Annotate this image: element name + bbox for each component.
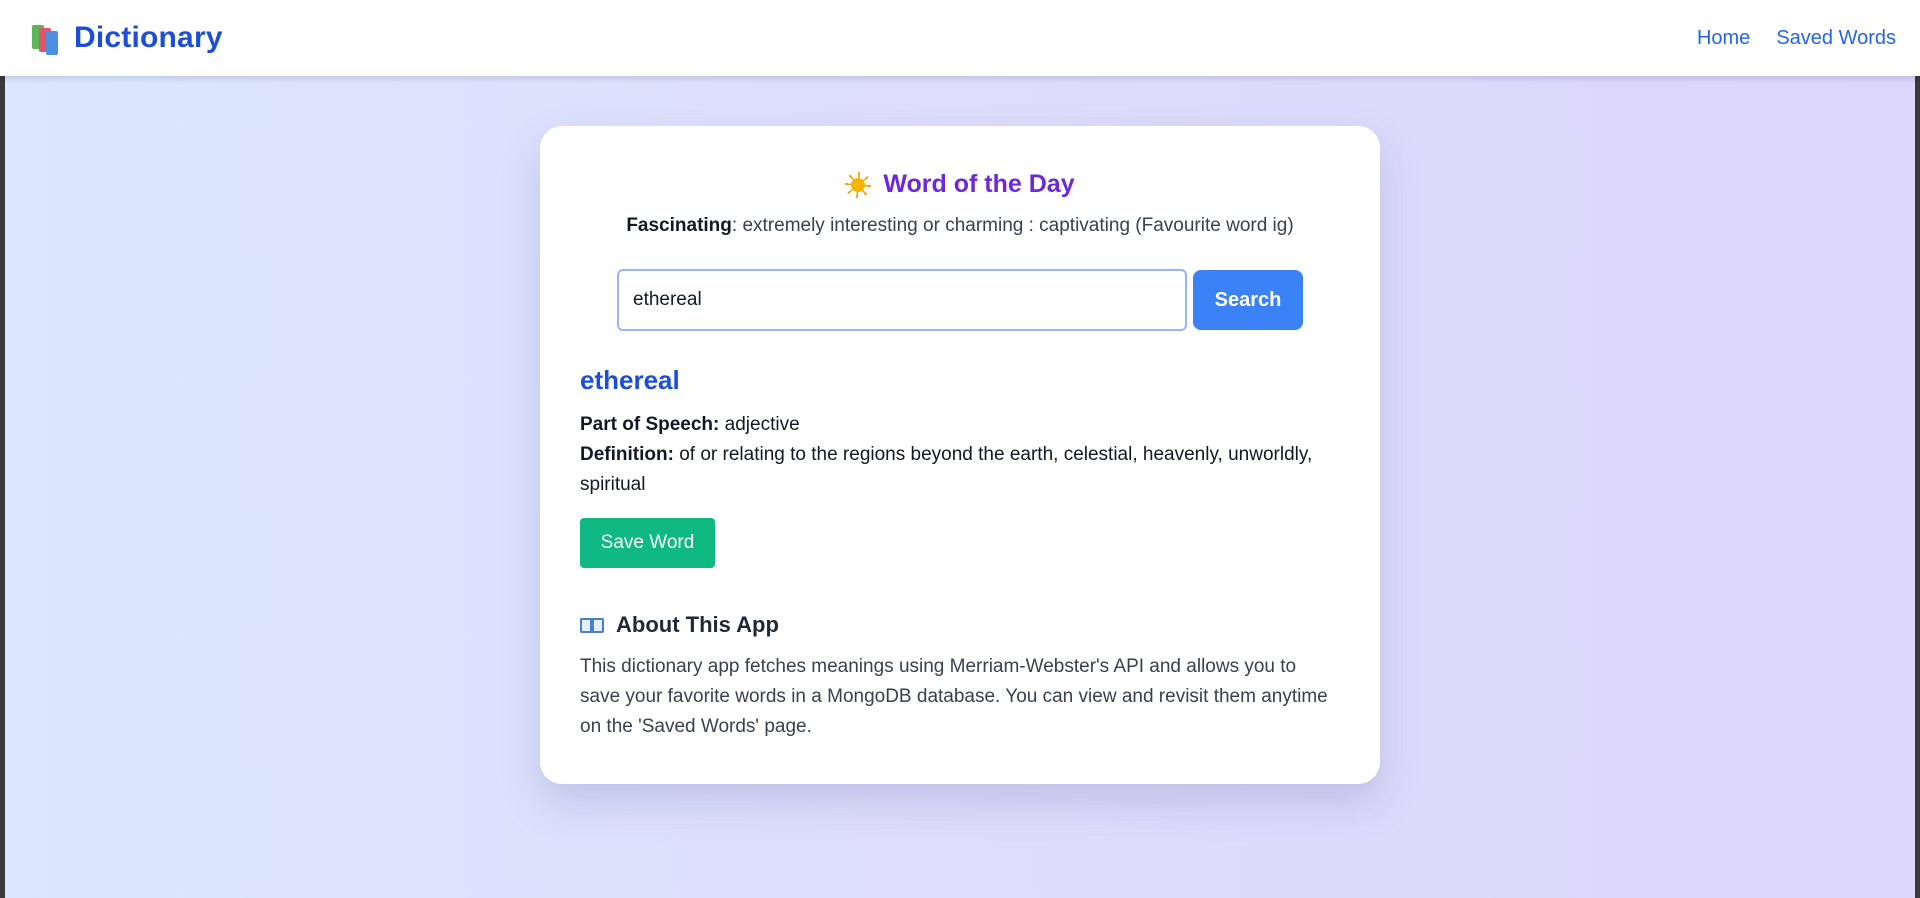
- definition-value: of or relating to the regions beyond the…: [580, 444, 1313, 495]
- sun-icon: [845, 171, 872, 198]
- search-button[interactable]: Search: [1193, 270, 1303, 330]
- part-of-speech: Part of Speech: adjective: [580, 410, 1340, 440]
- search-input[interactable]: [617, 269, 1187, 331]
- word-of-day-definition: Fascinating: extremely interesting or ch…: [580, 215, 1340, 237]
- nav-links: Home Saved Words: [1697, 27, 1896, 50]
- pos-value: adjective: [724, 414, 800, 435]
- nav-link-saved-words[interactable]: Saved Words: [1776, 27, 1896, 50]
- open-book-icon: [580, 615, 606, 635]
- word-of-day-title: Word of the Day: [883, 170, 1075, 198]
- definition-label: Definition:: [580, 444, 674, 465]
- navbar: Dictionary Home Saved Words: [0, 0, 1920, 76]
- save-word-button[interactable]: Save Word: [580, 518, 715, 568]
- nav-link-home[interactable]: Home: [1697, 27, 1750, 50]
- about-heading: About This App: [580, 612, 1340, 638]
- about-title: About This App: [616, 612, 779, 637]
- about-text: This dictionary app fetches meanings usi…: [580, 656, 1328, 737]
- main-card: Word of the Day Fascinating: extremely i…: [540, 126, 1380, 784]
- brand-title: Dictionary: [74, 21, 223, 54]
- brand[interactable]: Dictionary: [30, 21, 223, 55]
- books-icon: [30, 23, 62, 55]
- word-of-day-text: : extremely interesting or charming : ca…: [731, 215, 1294, 236]
- search-row: Search: [580, 269, 1340, 331]
- word-of-day-heading: Word of the Day: [580, 170, 1340, 199]
- result-word: ethereal: [580, 365, 680, 395]
- definition: Definition: of or relating to the region…: [580, 440, 1340, 500]
- pos-label: Part of Speech:: [580, 414, 720, 435]
- word-of-day-word: Fascinating: [626, 215, 732, 236]
